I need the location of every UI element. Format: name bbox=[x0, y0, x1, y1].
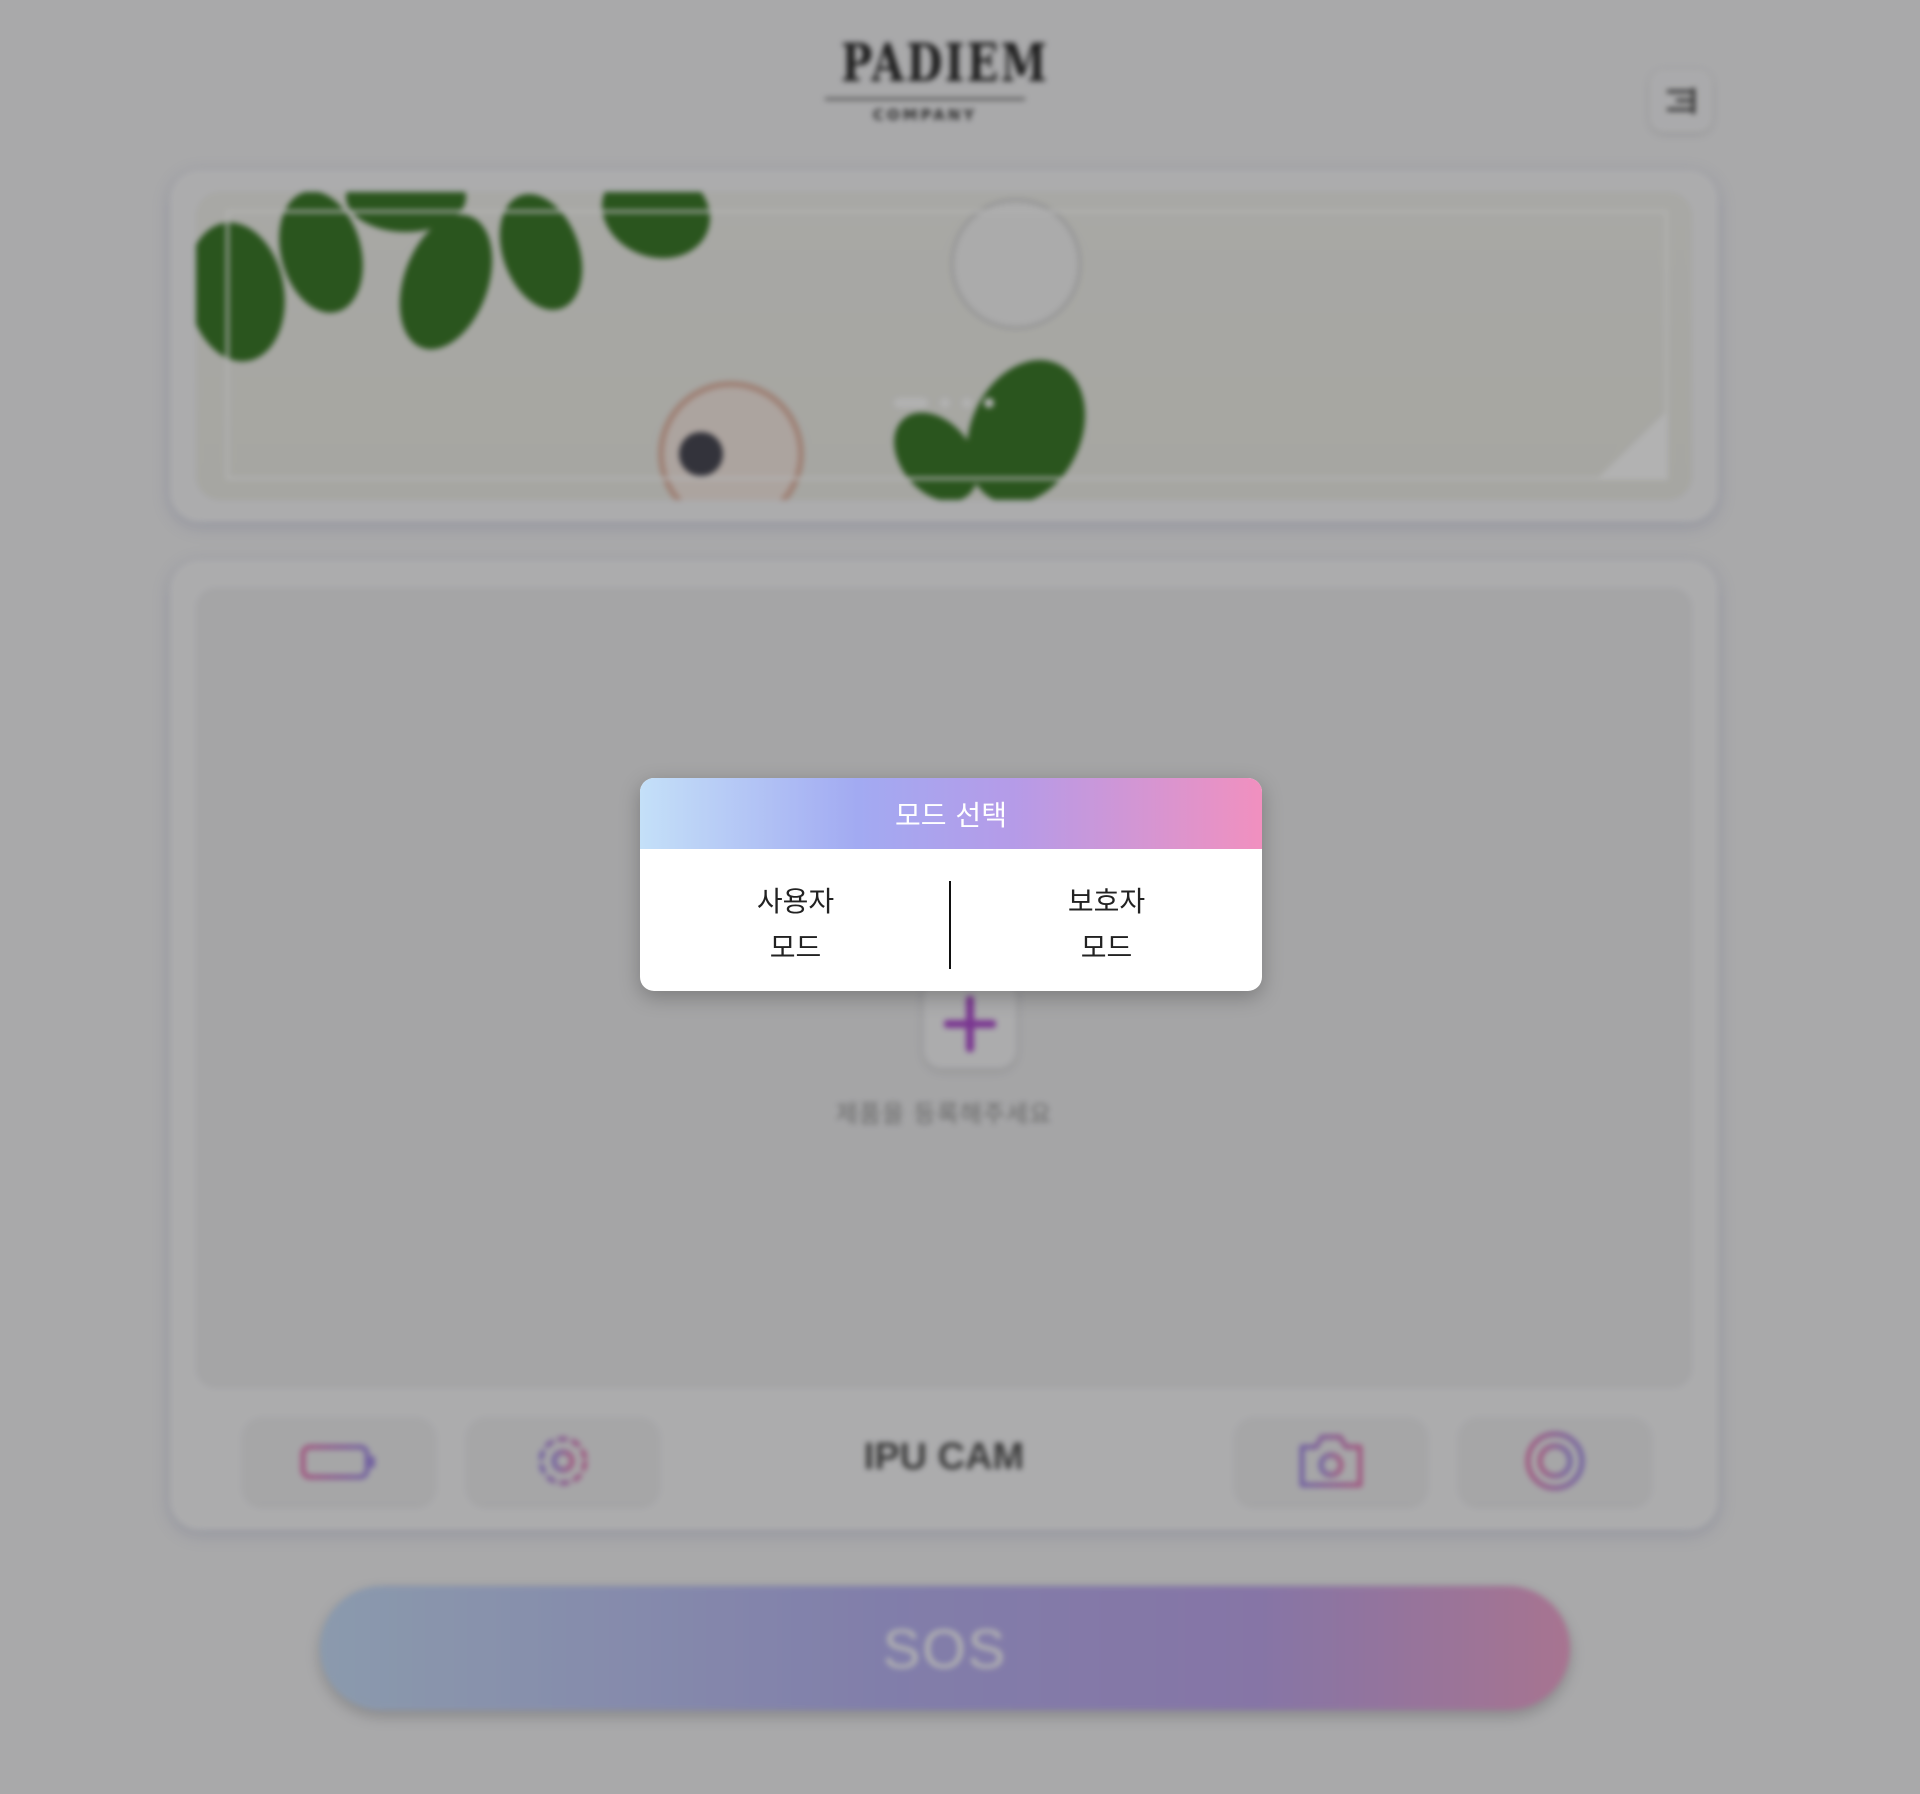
mode-select-dialog: 모드 선택 사용자 모드 보호자 모드 bbox=[640, 778, 1262, 991]
dialog-title: 모드 선택 bbox=[640, 778, 1262, 849]
user-mode-label-line1: 사용자 bbox=[756, 885, 835, 918]
user-mode-button[interactable]: 사용자 모드 bbox=[640, 879, 951, 971]
user-mode-label-line2: 모드 bbox=[769, 931, 822, 964]
guardian-mode-label-line2: 모드 bbox=[1080, 931, 1133, 964]
guardian-mode-button[interactable]: 보호자 모드 bbox=[951, 879, 1262, 971]
dialog-body: 사용자 모드 보호자 모드 bbox=[640, 849, 1262, 991]
guardian-mode-label-line1: 보호자 bbox=[1067, 885, 1146, 918]
